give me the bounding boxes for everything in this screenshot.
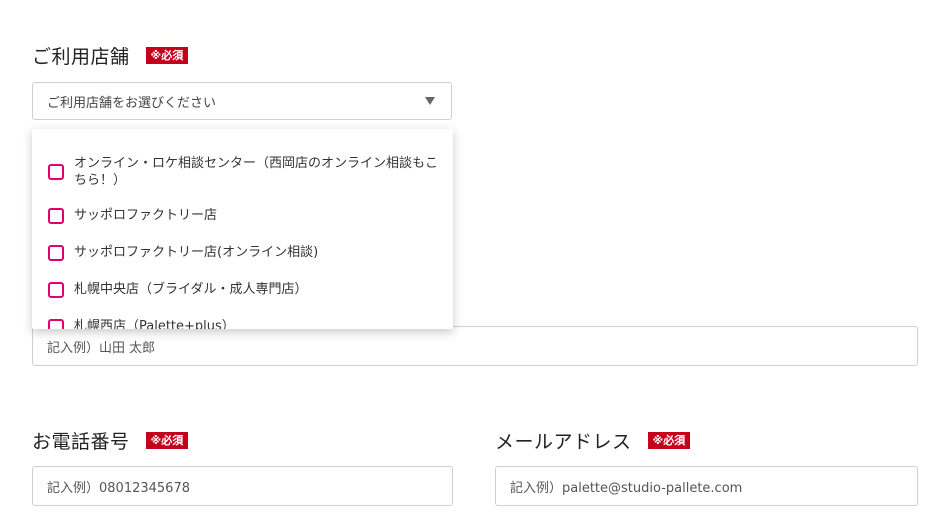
checkbox-icon[interactable] [48, 282, 64, 298]
email-label: メールアドレス [495, 431, 632, 453]
phone-input-placeholder: 記入例）08012345678 [47, 480, 190, 496]
store-option[interactable]: サッポロファクトリー店(オンライン相談) [48, 244, 444, 261]
checkbox-icon[interactable] [48, 208, 64, 224]
store-label: ご利用店舗 [32, 46, 130, 68]
store-dropdown-list[interactable]: オンライン・ロケ相談センター（西岡店のオンライン相談もこちら！） サッポロファク… [32, 129, 453, 329]
phone-label-row: お電話番号 ※必須 [32, 427, 189, 454]
dropdown-arrow-icon [425, 97, 435, 105]
store-label-row: ご利用店舗 ※必須 [32, 42, 189, 69]
email-input-placeholder: 記入例）palette@studio-pallete.com [510, 480, 743, 496]
checkbox-icon[interactable] [48, 319, 64, 329]
email-label-row: メールアドレス ※必須 [495, 427, 691, 454]
store-option-label: サッポロファクトリー店(オンライン相談) [74, 245, 319, 260]
phone-input[interactable]: 記入例）08012345678 [32, 466, 453, 506]
store-option[interactable]: 札幌中央店（ブライダル・成人専門店） [48, 281, 444, 298]
store-option[interactable]: オンライン・ロケ相談センター（西岡店のオンライン相談もこちら！） [48, 155, 444, 189]
phone-required-badge: ※必須 [145, 432, 189, 449]
store-select-value: ご利用店舗をお選びください [47, 95, 217, 111]
store-select[interactable]: ご利用店舗をお選びください [32, 82, 452, 120]
checkbox-icon[interactable] [48, 164, 64, 180]
checkbox-icon[interactable] [48, 245, 64, 261]
name-input[interactable]: 記入例）山田 太郎 [32, 326, 918, 366]
phone-label: お電話番号 [32, 431, 130, 453]
store-option-label: 札幌西店（Palette+plus） [74, 319, 235, 329]
email-input[interactable]: 記入例）palette@studio-pallete.com [495, 466, 918, 506]
email-required-badge: ※必須 [647, 432, 691, 449]
store-option[interactable]: 札幌西店（Palette+plus） [48, 318, 444, 329]
name-input-placeholder: 記入例）山田 太郎 [47, 340, 156, 356]
store-option[interactable]: サッポロファクトリー店 [48, 207, 444, 224]
store-required-badge: ※必須 [145, 47, 189, 64]
store-option-label: オンライン・ロケ相談センター（西岡店のオンライン相談もこちら！） [74, 156, 439, 188]
store-option-label: サッポロファクトリー店 [74, 208, 218, 223]
store-option-label: 札幌中央店（ブライダル・成人専門店） [74, 282, 308, 297]
